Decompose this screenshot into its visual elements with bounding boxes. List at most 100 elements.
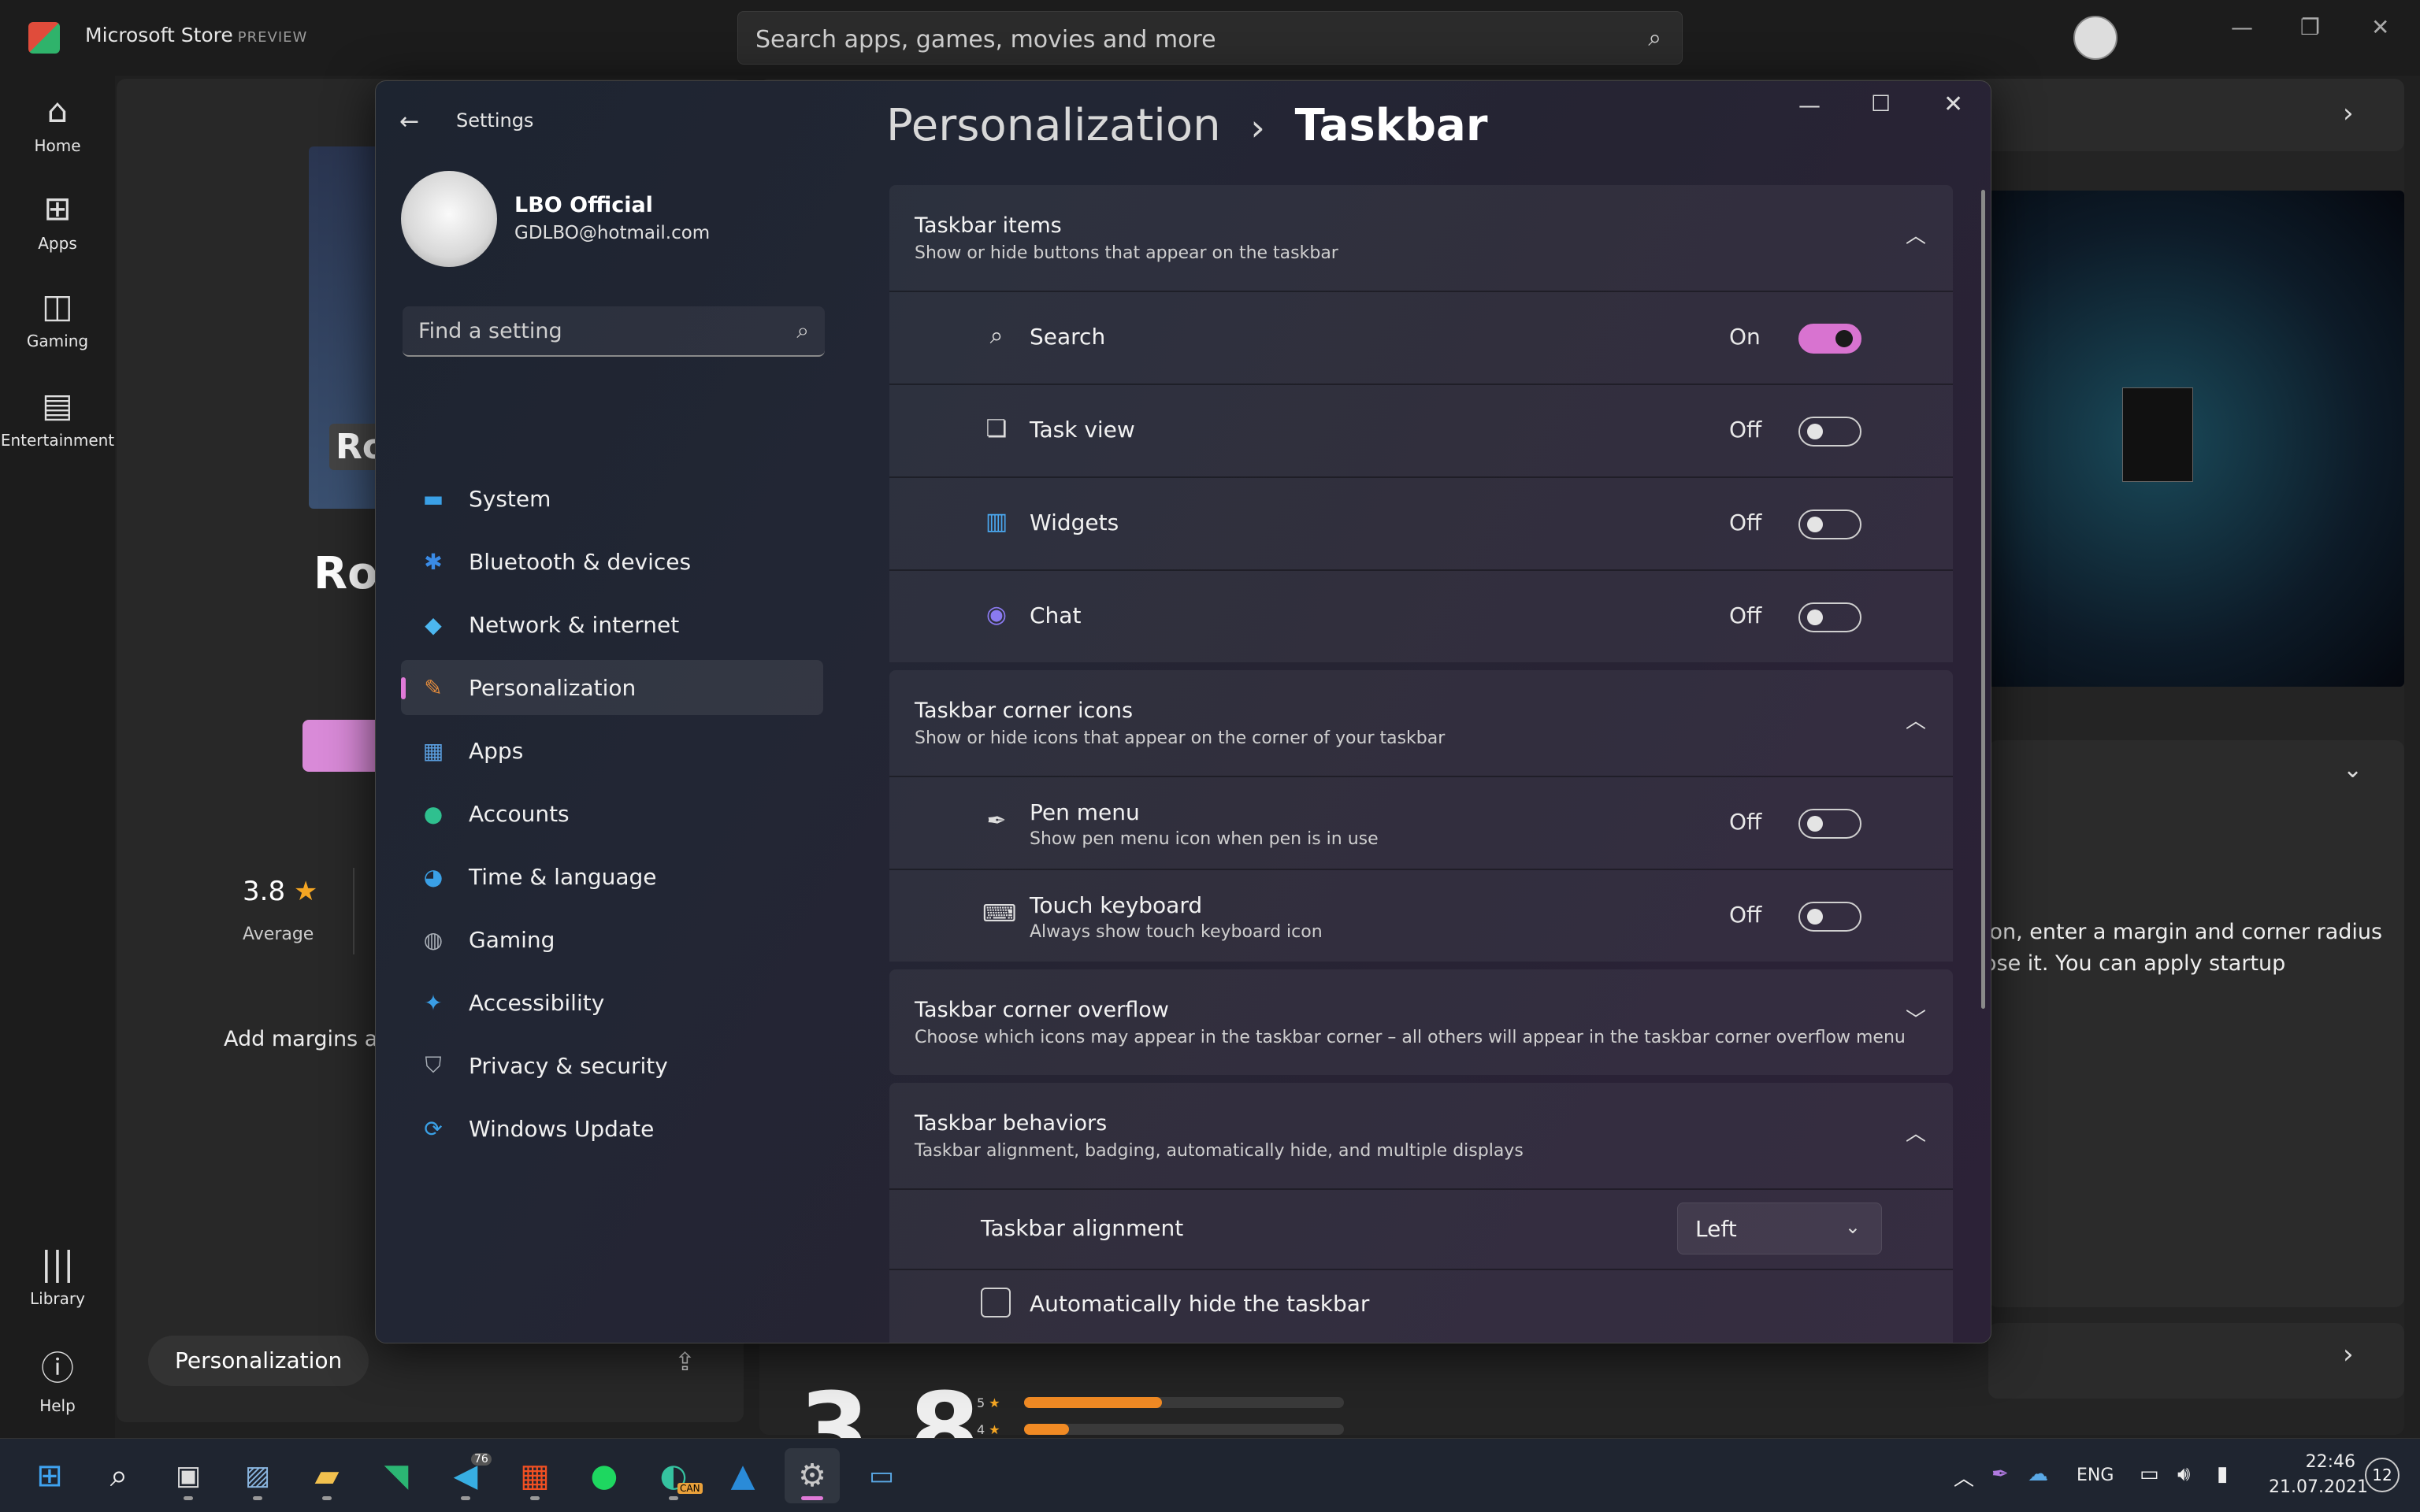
store-nav-gaming[interactable]: ◫ Gaming: [0, 287, 115, 350]
taskbar-rdp[interactable]: ▭: [854, 1448, 909, 1503]
taskbar-vscode[interactable]: ◥: [369, 1448, 424, 1503]
gear-icon: ⚙: [798, 1458, 826, 1494]
sidebar-item-accessibility[interactable]: ✦ Accessibility: [401, 975, 823, 1030]
store-restore-icon[interactable]: ❐: [2300, 14, 2320, 40]
divider: [353, 868, 354, 954]
widgets-toggle[interactable]: [1798, 510, 1861, 539]
store-nav-entertainment[interactable]: ▤ Entertainment: [0, 386, 115, 450]
product-screenshot[interactable]: [1988, 191, 2404, 687]
taskbar-file-explorer[interactable]: ▰: [299, 1448, 354, 1503]
store-nav-apps[interactable]: ⊞ Apps: [0, 189, 115, 253]
display-icon[interactable]: ▭: [2140, 1462, 2159, 1486]
section-taskbar-corner-overflow[interactable]: Taskbar corner overflow Choose which ico…: [889, 969, 1953, 1075]
row-touch-keyboard: ⌨ Touch keyboard Always show touch keybo…: [889, 869, 1953, 962]
volume-icon[interactable]: 🔊︎: [2177, 1462, 2190, 1487]
taskbar-search[interactable]: ⌕: [91, 1448, 147, 1503]
language-indicator[interactable]: ENG: [2077, 1466, 2114, 1485]
chat-icon: ◉: [985, 601, 1008, 628]
onedrive-icon[interactable]: ☁: [2028, 1462, 2048, 1486]
breadcrumb-parent[interactable]: Personalization: [886, 100, 1221, 151]
sidebar-item-accounts[interactable]: ● Accounts: [401, 786, 823, 841]
taskbar-azure[interactable]: ▲: [715, 1448, 770, 1503]
store-nav-home[interactable]: ⌂ Home: [0, 91, 115, 155]
screenshot-dialog: [2122, 387, 2193, 482]
touch-keyboard-state: Off: [1729, 902, 1762, 928]
chat-toggle[interactable]: [1798, 602, 1861, 632]
remote-desktop-icon: ▭: [868, 1460, 895, 1492]
taskbar-monitor[interactable]: ▨: [230, 1448, 285, 1503]
chevron-up-icon[interactable]: ︿: [1906, 1117, 1926, 1147]
chevron-down-icon: ⌄: [1844, 1216, 1861, 1238]
sidebar-item-windows-update[interactable]: ⟳ Windows Update: [401, 1101, 823, 1156]
close-icon[interactable]: ✕: [1943, 91, 1963, 118]
description-card: [1988, 740, 2404, 1307]
store-search-input[interactable]: Search apps, games, movies and more ⌕: [737, 11, 1683, 65]
task-view-toggle[interactable]: [1798, 417, 1861, 447]
search-icon[interactable]: ⌕: [1648, 24, 1661, 52]
user-email: GDLBO@hotmail.com: [514, 223, 711, 243]
sidebar-item-apps[interactable]: ▦ Apps: [401, 723, 823, 778]
chevron-down-icon[interactable]: ⌄: [2343, 756, 2362, 784]
star-icon: ★: [989, 1395, 1000, 1410]
maximize-icon[interactable]: ☐: [1871, 91, 1891, 117]
taskbar-edge[interactable]: ◐ CAN: [646, 1448, 703, 1503]
taskbar-store[interactable]: ▦: [507, 1448, 562, 1503]
get-button[interactable]: [302, 720, 381, 772]
auto-hide-checkbox[interactable]: [981, 1288, 1011, 1317]
store-close-icon[interactable]: ✕: [2371, 14, 2389, 40]
share-icon[interactable]: ⇪: [674, 1347, 696, 1377]
chevron-right-icon[interactable]: ›: [2343, 1339, 2354, 1370]
search-icon: ⌕: [109, 1458, 128, 1494]
search-icon[interactable]: ⌕: [796, 317, 809, 344]
minimize-icon[interactable]: —: [1798, 92, 1821, 118]
battery-icon[interactable]: ▮: [2217, 1462, 2228, 1486]
category-chip[interactable]: Personalization: [148, 1336, 369, 1386]
sidebar-item-network[interactable]: ◆ Network & internet: [401, 597, 823, 652]
settings-window: ← Settings LBO Official GDLBO@hotmail.co…: [375, 80, 1991, 1343]
touch-keyboard-toggle[interactable]: [1798, 902, 1861, 932]
star-5-label: 5 ★: [977, 1395, 1000, 1410]
pen-menu-state: Off: [1729, 809, 1762, 835]
section-taskbar-behaviors[interactable]: Taskbar behaviors Taskbar alignment, bad…: [889, 1083, 1953, 1188]
ratings-header: [1988, 1323, 2404, 1399]
scrollbar[interactable]: [1981, 190, 1985, 1009]
find-setting-input[interactable]: Find a setting ⌕: [403, 306, 825, 357]
store-minimize-icon[interactable]: —: [2231, 14, 2253, 40]
chevron-down-icon[interactable]: ﹀: [1906, 1004, 1926, 1033]
back-arrow-icon[interactable]: ←: [399, 108, 419, 135]
task-view-state: Off: [1729, 417, 1762, 443]
system-icon: ▬: [422, 485, 444, 512]
start-button[interactable]: ⊞: [22, 1448, 77, 1503]
taskbar-settings[interactable]: ⚙: [785, 1448, 840, 1503]
widgets-state: Off: [1729, 510, 1762, 536]
taskbar-terminal[interactable]: ▣: [161, 1448, 216, 1503]
chevron-up-icon[interactable]: ︿: [1906, 220, 1926, 249]
notification-badge[interactable]: 12: [2365, 1458, 2400, 1492]
sidebar-item-system[interactable]: ▬ System: [401, 471, 823, 526]
pen-menu-toggle[interactable]: [1798, 809, 1861, 839]
sidebar-item-bluetooth[interactable]: ✱ Bluetooth & devices: [401, 534, 823, 589]
pen-tray-icon[interactable]: ✒: [1991, 1462, 2009, 1486]
store-avatar[interactable]: [2073, 16, 2118, 60]
section-taskbar-corner-icons[interactable]: Taskbar corner icons Show or hide icons …: [889, 670, 1953, 776]
home-icon: ⌂: [46, 91, 69, 130]
avatar[interactable]: [401, 171, 497, 267]
description-text: ion, enter a margin and corner radius ose…: [1984, 920, 2383, 976]
sidebar-item-gaming[interactable]: ◍ Gaming: [401, 912, 823, 967]
store-nav-help[interactable]: ⓘ Help: [0, 1342, 115, 1415]
chevron-right-icon[interactable]: ›: [2343, 98, 2354, 129]
rating-label: Average: [243, 925, 314, 944]
store-nav-library[interactable]: ||| Library: [0, 1244, 115, 1308]
clock[interactable]: 22:46 21.07.2021: [2269, 1450, 2368, 1500]
taskbar-spotify[interactable]: ●: [577, 1448, 632, 1503]
section-taskbar-items[interactable]: Taskbar items Show or hide buttons that …: [889, 185, 1953, 291]
taskbar-telegram[interactable]: ◀ 76: [438, 1448, 493, 1503]
sidebar-item-time-language[interactable]: ◕ Time & language: [401, 849, 823, 904]
search-toggle[interactable]: [1798, 324, 1861, 354]
alignment-dropdown[interactable]: Left ⌄: [1677, 1203, 1882, 1254]
bluetooth-icon: ✱: [424, 548, 443, 575]
sidebar-item-personalization[interactable]: ✎ Personalization: [401, 660, 823, 715]
sidebar-item-privacy[interactable]: ⛉ Privacy & security: [401, 1038, 823, 1093]
chevron-up-icon[interactable]: ︿: [1906, 705, 1926, 734]
chevron-up-icon[interactable]: ︿: [1954, 1462, 1974, 1492]
